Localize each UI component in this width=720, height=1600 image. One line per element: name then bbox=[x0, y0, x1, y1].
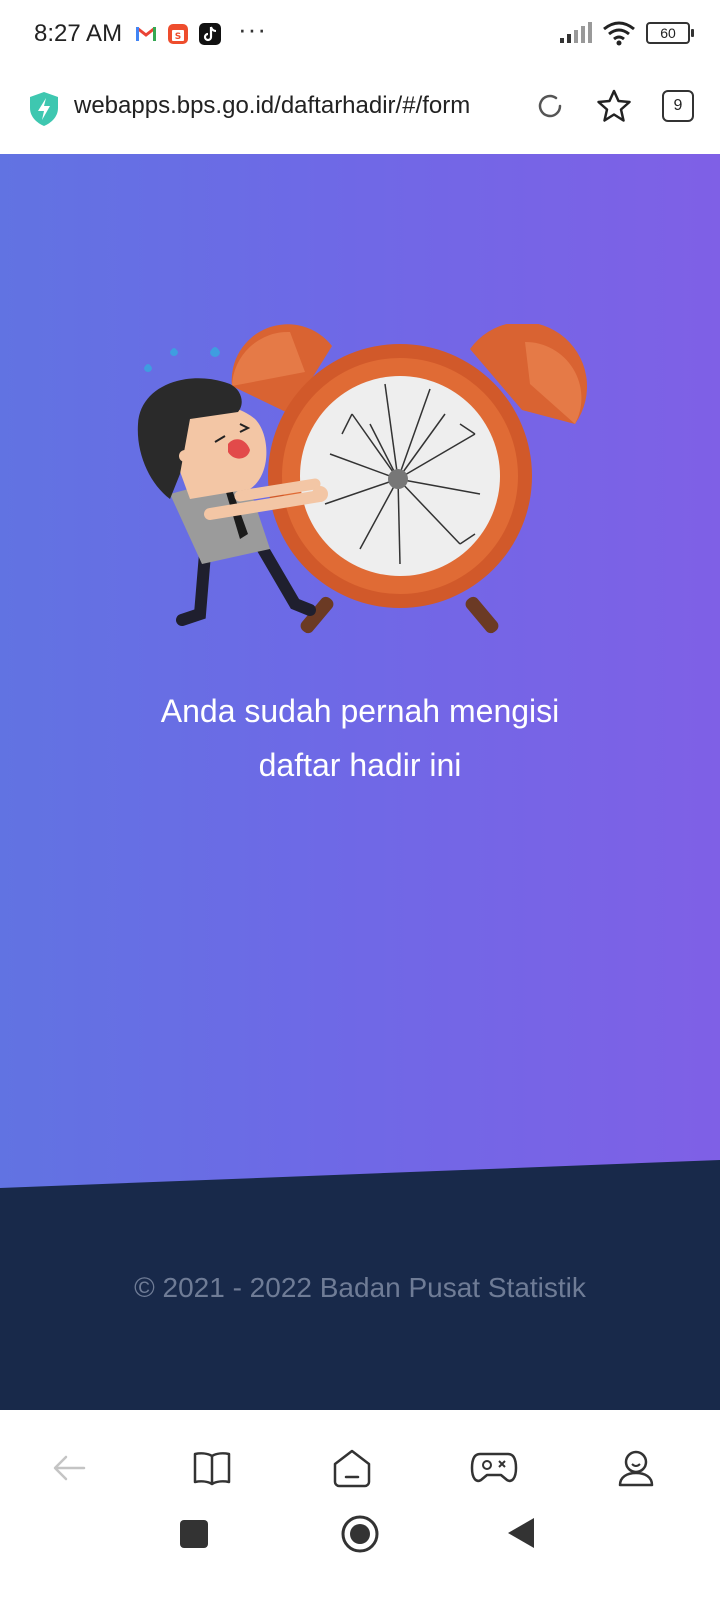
browser-bottom-nav bbox=[0, 1410, 720, 1520]
games-button[interactable] bbox=[470, 1444, 518, 1492]
status-time: 8:27 AM bbox=[34, 20, 123, 47]
recent-apps-icon[interactable] bbox=[178, 1518, 210, 1550]
home-button[interactable] bbox=[328, 1444, 376, 1492]
hero-message-line2: daftar hadir ini bbox=[258, 747, 462, 783]
shopee-icon: S bbox=[168, 24, 188, 44]
status-app-icons: S bbox=[134, 22, 222, 46]
footer-copyright: © 2021 - 2022 Badan Pusat Statistik bbox=[134, 1272, 586, 1303]
url-address-field[interactable]: webapps.bps.go.id/daftarhadir/#/form bbox=[74, 92, 524, 120]
bookmark-star-icon[interactable] bbox=[596, 89, 632, 123]
battery-indicator: 60 bbox=[646, 22, 694, 44]
home-circle-icon[interactable] bbox=[340, 1514, 380, 1554]
tabs-counter-button[interactable]: 9 bbox=[662, 90, 694, 122]
signal-icon bbox=[560, 22, 592, 43]
status-bar: 8:27 AM S ··· 60 bbox=[0, 0, 720, 70]
hero-section: Anda sudah pernah mengisi daftar hadir i… bbox=[0, 154, 720, 1188]
reload-icon[interactable] bbox=[534, 90, 566, 122]
gmail-icon bbox=[136, 26, 156, 41]
bookmarks-button[interactable] bbox=[188, 1444, 236, 1492]
home-icon bbox=[333, 1449, 371, 1488]
status-more-icon: ··· bbox=[238, 14, 267, 44]
back-triangle-icon[interactable] bbox=[506, 1516, 536, 1550]
browser-url-bar: webapps.bps.go.id/daftarhadir/#/form 9 bbox=[0, 70, 720, 155]
gamepad-icon bbox=[470, 1452, 518, 1483]
user-icon bbox=[618, 1450, 654, 1487]
back-button[interactable] bbox=[46, 1444, 94, 1492]
hero-message: Anda sudah pernah mengisi daftar hadir i… bbox=[0, 684, 720, 792]
late-alarm-clock-illustration bbox=[137, 324, 588, 634]
status-right: 60 bbox=[558, 20, 694, 46]
system-nav-bar bbox=[0, 1515, 720, 1600]
tiktok-icon bbox=[199, 23, 221, 45]
svg-text:S: S bbox=[175, 32, 181, 42]
secure-shield-icon[interactable] bbox=[28, 91, 60, 127]
hero-message-line1: Anda sudah pernah mengisi bbox=[160, 693, 560, 729]
profile-button[interactable] bbox=[612, 1444, 660, 1492]
url-actions: 9 bbox=[534, 89, 694, 123]
arrow-left-icon bbox=[53, 1455, 86, 1481]
wifi-icon bbox=[603, 21, 635, 46]
footer: © 2021 - 2022 Badan Pusat Statistik bbox=[0, 1150, 720, 1410]
book-icon bbox=[193, 1452, 231, 1486]
